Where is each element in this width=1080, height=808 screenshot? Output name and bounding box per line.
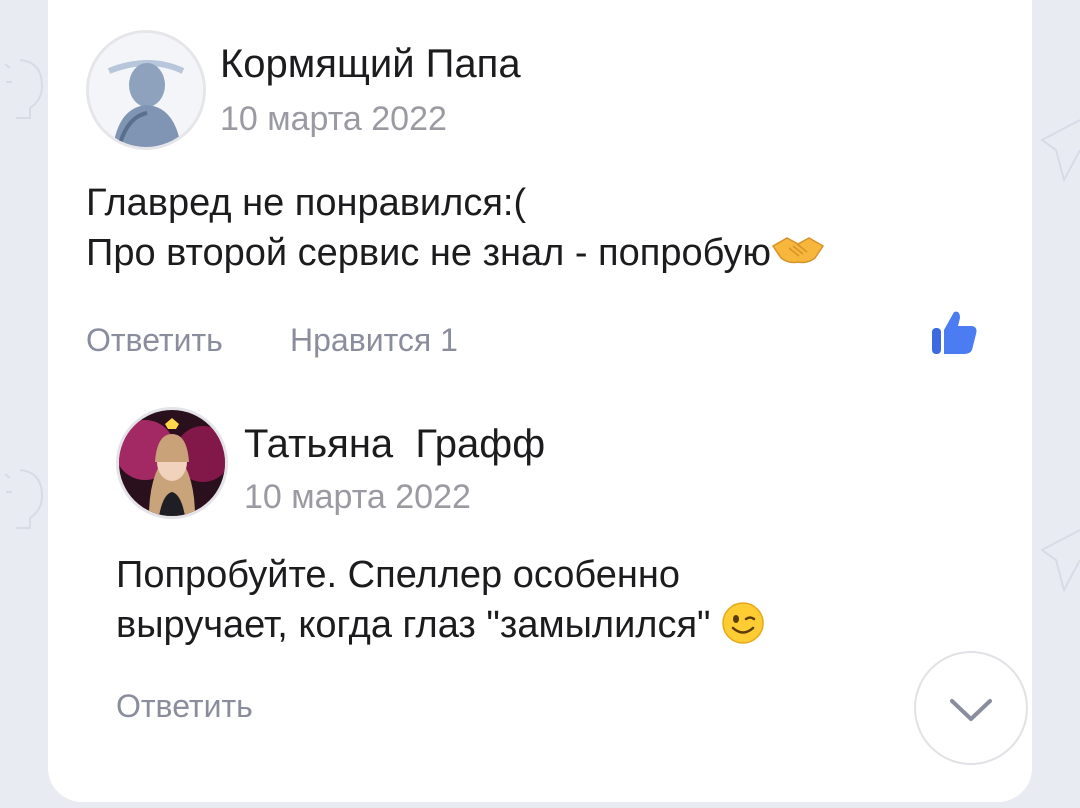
reply-text-line-2-wrap: выручает, когда глаз "замылился" [116,600,765,650]
reply-author-avatar[interactable] [116,407,228,519]
lightbulb-doodle-icon-2 [4,469,44,529]
reply-avatar-portrait-image [119,410,225,516]
comment-text: Главред не понравился:( Про второй серви… [86,178,825,278]
author-avatar[interactable] [86,30,206,150]
comments-card: Кормящий Папа 10 марта 2022 Главред не п… [48,0,1032,802]
thumbs-up-icon [932,311,977,354]
reply-text-line-1: Попробуйте. Спеллер особенно [116,554,681,596]
paper-plane-doodle-icon [1040,119,1080,183]
scroll-down-button[interactable] [914,651,1028,765]
winking-face-emoji-icon [722,602,764,644]
comment-likes-button[interactable]: Нравится 1 [290,322,458,359]
handshake-emoji-icon [771,237,825,264]
chevron-down-icon [950,699,992,721]
lightbulb-doodle-icon [4,59,44,119]
paper-plane-doodle-icon-2 [1040,529,1080,593]
reply-text-line-2: выручает, когда глаз "замылился" [116,604,711,646]
reply-author-name[interactable]: Татьяна Графф [244,422,545,467]
thumbs-up-button[interactable] [928,306,980,363]
comment-text-line-2-wrap: Про второй сервис не знал - попробую [86,228,825,278]
comment-author-name[interactable]: Кормящий Папа [220,42,521,87]
reply-text: Попробуйте. Спеллер особенно выручает, к… [116,550,765,650]
reply-reply-button[interactable]: Ответить [116,688,253,725]
comment-text-line-2: Про второй сервис не знал - попробую [86,232,772,274]
comment-text-line-1: Главред не понравился:( [86,182,527,224]
comment-reply-button[interactable]: Ответить [86,322,223,359]
reply-date: 10 марта 2022 [244,478,471,516]
comment-date: 10 марта 2022 [220,100,447,138]
avatar-portrait-image [89,33,203,147]
